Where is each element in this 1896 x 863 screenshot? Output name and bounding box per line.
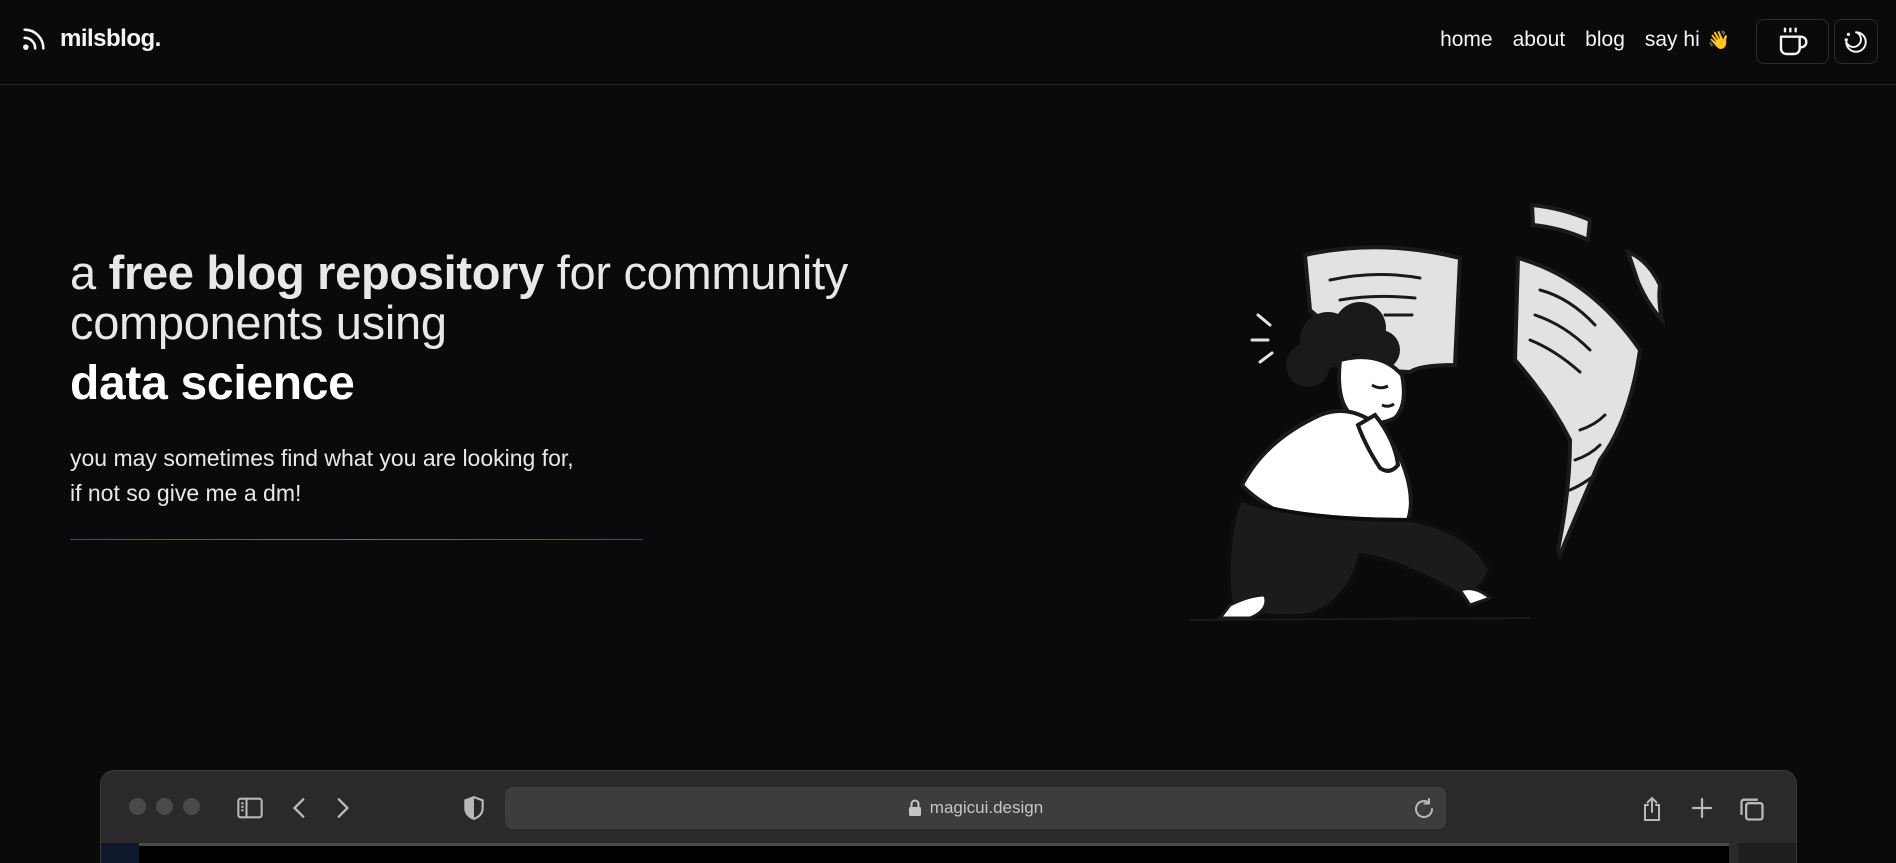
- coffee-button[interactable]: [1756, 19, 1829, 64]
- moon-theme-icon: [1844, 30, 1867, 53]
- hero-title: a free blog repository for community com…: [70, 248, 890, 410]
- hero-title-pre: a: [70, 246, 109, 299]
- hero-title-bold: free blog repository: [108, 246, 545, 299]
- window-maximize-dot[interactable]: [183, 798, 200, 815]
- browser-content-left-edge: [101, 843, 139, 863]
- shield-icon[interactable]: [463, 795, 485, 821]
- hero-subtitle: data science: [70, 357, 355, 410]
- hero-divider: [70, 539, 643, 540]
- share-icon[interactable]: [1640, 795, 1664, 823]
- nav-about[interactable]: about: [1513, 28, 1566, 52]
- brand-logo[interactable]: milsblog.: [20, 25, 161, 53]
- hero-desc-line-2: if not so give me a dm!: [70, 480, 302, 506]
- sidebar-icon[interactable]: [236, 795, 264, 821]
- hero-description: you may sometimes find what you are look…: [70, 441, 690, 511]
- browser-mockup: magicui.design: [100, 770, 1797, 863]
- nav-say-hi-label: say hi: [1644, 28, 1700, 51]
- site-header: milsblog. home about blog say hi 👋: [0, 0, 1896, 85]
- window-minimize-dot[interactable]: [156, 798, 173, 815]
- plus-icon[interactable]: [1690, 795, 1714, 821]
- chevron-right-icon[interactable]: [331, 795, 353, 821]
- theme-toggle-button[interactable]: [1834, 19, 1878, 64]
- nav-say-hi[interactable]: say hi 👋: [1645, 28, 1730, 52]
- main-nav: home about blog say hi 👋: [1440, 28, 1730, 52]
- window-controls: [129, 798, 200, 815]
- chevron-left-icon[interactable]: [289, 795, 311, 821]
- hero-illustration: [1189, 202, 1666, 621]
- browser-content: [139, 843, 1729, 863]
- rss-icon: [23, 28, 45, 50]
- browser-content-right-edge: [1738, 843, 1796, 863]
- address-bar[interactable]: magicui.design: [505, 787, 1446, 829]
- reload-icon[interactable]: [1412, 797, 1436, 821]
- nav-blog[interactable]: blog: [1585, 28, 1625, 52]
- hero-desc-line-1: you may sometimes find what you are look…: [70, 445, 574, 471]
- brand-name: milsblog.: [60, 25, 161, 52]
- window-close-dot[interactable]: [129, 798, 146, 815]
- tabs-overview-icon[interactable]: [1738, 795, 1766, 823]
- wave-emoji: 👋: [1707, 30, 1730, 50]
- address-url: magicui.design: [929, 798, 1044, 817]
- nav-home[interactable]: home: [1440, 28, 1493, 52]
- coffee-cup-icon: [1779, 26, 1807, 55]
- lock-icon: [908, 799, 921, 816]
